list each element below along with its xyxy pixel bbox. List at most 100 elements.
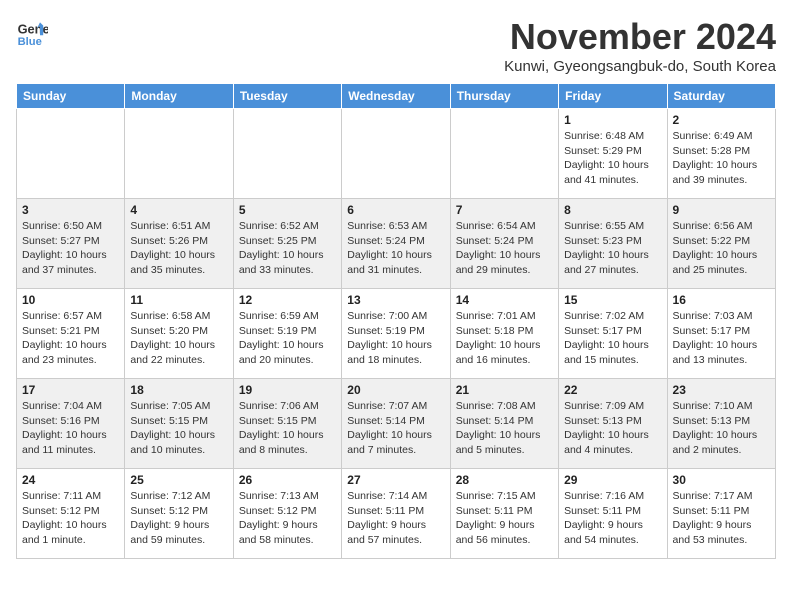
calendar-cell: 20Sunrise: 7:07 AMSunset: 5:14 PMDayligh… <box>342 379 450 469</box>
calendar-cell <box>450 109 558 199</box>
calendar-cell: 15Sunrise: 7:02 AMSunset: 5:17 PMDayligh… <box>559 289 667 379</box>
calendar-cell: 14 Sunrise: 7:01 AMSunset: 5:18 PMDayligh… <box>450 289 558 379</box>
day-info: Sunrise: 7:09 AMSunset: 5:13 PMDaylight:… <box>564 399 661 458</box>
calendar-cell: 26 Sunrise: 7:13 AMSunset: 5:12 PMDayligh… <box>233 469 341 559</box>
calendar-cell: 10 Sunrise: 6:57 AMSunset: 5:21 PMDayligh… <box>17 289 125 379</box>
day-number: 27 <box>347 473 444 487</box>
day-number: 19 <box>239 383 336 397</box>
day-info: Sunrise: 6:54 AMSunset: 5:24 PMDaylight:… <box>456 219 553 278</box>
day-number: 24 <box>22 473 119 487</box>
calendar-header-row: SundayMondayTuesdayWednesdayThursdayFrid… <box>17 84 776 109</box>
day-info: Sunrise: 7:11 AMSunset: 5:12 PMDaylight:… <box>22 489 119 548</box>
calendar-cell <box>125 109 233 199</box>
day-number: 8 <box>564 203 661 217</box>
month-title: November 2024 <box>504 16 776 58</box>
logo: General Blue <box>16 16 48 48</box>
calendar-cell: 3 Sunrise: 6:50 AMSunset: 5:27 PMDaylight… <box>17 199 125 289</box>
day-number: 10 <box>22 293 119 307</box>
calendar-cell: 19 Sunrise: 7:06 AMSunset: 5:15 PMDayligh… <box>233 379 341 469</box>
day-number: 13 <box>347 293 444 307</box>
day-number: 11 <box>130 293 227 307</box>
calendar-cell: 25 Sunrise: 7:12 AMSunset: 5:12 PMDayligh… <box>125 469 233 559</box>
day-info: Sunrise: 7:10 AMSunset: 5:13 PMDaylight:… <box>673 399 770 458</box>
calendar-cell: 2Sunrise: 6:49 AMSunset: 5:28 PMDaylight… <box>667 109 775 199</box>
day-number: 18 <box>130 383 227 397</box>
day-info: Sunrise: 7:14 AMSunset: 5:11 PMDaylight:… <box>347 489 444 548</box>
logo-icon: General Blue <box>16 16 48 48</box>
day-number: 25 <box>130 473 227 487</box>
calendar-cell: 23 Sunrise: 7:10 AMSunset: 5:13 PMDayligh… <box>667 379 775 469</box>
day-info: Sunrise: 7:08 AMSunset: 5:14 PMDaylight:… <box>456 399 553 458</box>
day-header-monday: Monday <box>125 84 233 109</box>
day-header-sunday: Sunday <box>17 84 125 109</box>
calendar-week-row: 24 Sunrise: 7:11 AMSunset: 5:12 PMDayligh… <box>17 469 776 559</box>
calendar-cell: 8 Sunrise: 6:55 AMSunset: 5:23 PMDaylight… <box>559 199 667 289</box>
calendar-cell: 27 Sunrise: 7:14 AMSunset: 5:11 PMDayligh… <box>342 469 450 559</box>
day-info: Sunrise: 7:07 AMSunset: 5:14 PMDaylight:… <box>347 399 444 458</box>
calendar-cell: 4 Sunrise: 6:51 AMSunset: 5:26 PMDaylight… <box>125 199 233 289</box>
calendar-cell: 11Sunrise: 6:58 AMSunset: 5:20 PMDayligh… <box>125 289 233 379</box>
day-number: 7 <box>456 203 553 217</box>
day-info: Sunrise: 6:56 AMSunset: 5:22 PMDaylight:… <box>673 219 770 278</box>
day-number: 6 <box>347 203 444 217</box>
calendar-cell: 5 Sunrise: 6:52 AMSunset: 5:25 PMDaylight… <box>233 199 341 289</box>
svg-text:Blue: Blue <box>18 36 42 48</box>
calendar-week-row: 3 Sunrise: 6:50 AMSunset: 5:27 PMDaylight… <box>17 199 776 289</box>
day-info: Sunrise: 6:50 AMSunset: 5:27 PMDaylight:… <box>22 219 119 278</box>
calendar-cell: 13 Sunrise: 7:00 AMSunset: 5:19 PMDayligh… <box>342 289 450 379</box>
day-info: Sunrise: 6:48 AMSunset: 5:29 PMDaylight:… <box>564 129 661 188</box>
calendar-cell: 28Sunrise: 7:15 AMSunset: 5:11 PMDayligh… <box>450 469 558 559</box>
day-number: 30 <box>673 473 770 487</box>
day-number: 9 <box>673 203 770 217</box>
day-header-thursday: Thursday <box>450 84 558 109</box>
day-info: Sunrise: 7:17 AMSunset: 5:11 PMDaylight:… <box>673 489 770 548</box>
day-info: Sunrise: 6:53 AMSunset: 5:24 PMDaylight:… <box>347 219 444 278</box>
calendar-cell: 30 Sunrise: 7:17 AMSunset: 5:11 PMDayligh… <box>667 469 775 559</box>
calendar-cell <box>17 109 125 199</box>
calendar-cell: 16Sunrise: 7:03 AMSunset: 5:17 PMDayligh… <box>667 289 775 379</box>
calendar-table: SundayMondayTuesdayWednesdayThursdayFrid… <box>16 83 776 559</box>
day-number: 2 <box>673 113 770 127</box>
calendar-week-row: 1 Sunrise: 6:48 AMSunset: 5:29 PMDaylight… <box>17 109 776 199</box>
day-info: Sunrise: 7:01 AMSunset: 5:18 PMDaylight:… <box>456 309 553 368</box>
calendar-week-row: 17 Sunrise: 7:04 AMSunset: 5:16 PMDayligh… <box>17 379 776 469</box>
day-info: Sunrise: 6:51 AMSunset: 5:26 PMDaylight:… <box>130 219 227 278</box>
calendar-cell: 1 Sunrise: 6:48 AMSunset: 5:29 PMDaylight… <box>559 109 667 199</box>
day-number: 28 <box>456 473 553 487</box>
day-number: 23 <box>673 383 770 397</box>
day-number: 15 <box>564 293 661 307</box>
calendar-cell: 29Sunrise: 7:16 AMSunset: 5:11 PMDayligh… <box>559 469 667 559</box>
day-number: 3 <box>22 203 119 217</box>
day-number: 12 <box>239 293 336 307</box>
day-info: Sunrise: 6:57 AMSunset: 5:21 PMDaylight:… <box>22 309 119 368</box>
day-number: 14 <box>456 293 553 307</box>
day-number: 1 <box>564 113 661 127</box>
day-info: Sunrise: 7:13 AMSunset: 5:12 PMDaylight:… <box>239 489 336 548</box>
day-info: Sunrise: 7:00 AMSunset: 5:19 PMDaylight:… <box>347 309 444 368</box>
day-info: Sunrise: 7:12 AMSunset: 5:12 PMDaylight:… <box>130 489 227 548</box>
svg-text:General: General <box>18 22 48 37</box>
title-block: November 2024 Kunwi, Gyeongsangbuk-do, S… <box>504 16 776 75</box>
calendar-cell <box>233 109 341 199</box>
day-info: Sunrise: 7:16 AMSunset: 5:11 PMDaylight:… <box>564 489 661 548</box>
calendar-cell: 18Sunrise: 7:05 AMSunset: 5:15 PMDayligh… <box>125 379 233 469</box>
calendar-cell: 12 Sunrise: 6:59 AMSunset: 5:19 PMDayligh… <box>233 289 341 379</box>
day-info: Sunrise: 7:04 AMSunset: 5:16 PMDaylight:… <box>22 399 119 458</box>
day-number: 4 <box>130 203 227 217</box>
day-info: Sunrise: 6:55 AMSunset: 5:23 PMDaylight:… <box>564 219 661 278</box>
day-number: 26 <box>239 473 336 487</box>
day-info: Sunrise: 6:52 AMSunset: 5:25 PMDaylight:… <box>239 219 336 278</box>
day-header-tuesday: Tuesday <box>233 84 341 109</box>
calendar-cell: 17 Sunrise: 7:04 AMSunset: 5:16 PMDayligh… <box>17 379 125 469</box>
day-header-friday: Friday <box>559 84 667 109</box>
day-info: Sunrise: 7:06 AMSunset: 5:15 PMDaylight:… <box>239 399 336 458</box>
day-number: 5 <box>239 203 336 217</box>
day-number: 17 <box>22 383 119 397</box>
calendar-cell <box>342 109 450 199</box>
day-header-wednesday: Wednesday <box>342 84 450 109</box>
calendar-cell: 22Sunrise: 7:09 AMSunset: 5:13 PMDayligh… <box>559 379 667 469</box>
calendar-cell: 21 Sunrise: 7:08 AMSunset: 5:14 PMDayligh… <box>450 379 558 469</box>
day-info: Sunrise: 6:59 AMSunset: 5:19 PMDaylight:… <box>239 309 336 368</box>
day-number: 21 <box>456 383 553 397</box>
calendar-cell: 24 Sunrise: 7:11 AMSunset: 5:12 PMDayligh… <box>17 469 125 559</box>
